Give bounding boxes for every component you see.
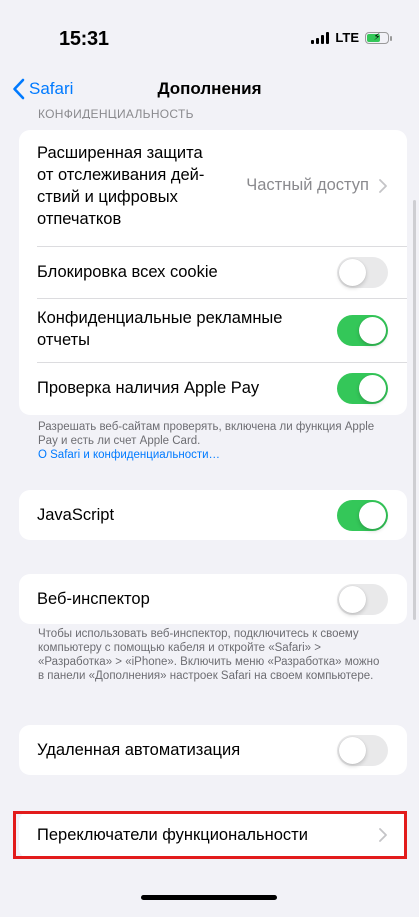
remote-automation-label: Удаленная автоматизация — [37, 741, 241, 759]
apple-pay-check-toggle[interactable] — [337, 373, 388, 404]
private-ad-reports-toggle[interactable] — [337, 315, 388, 346]
battery-charging-icon: ⚡ — [365, 31, 392, 44]
apple-pay-check-label: Проверка наличия Apple Pay — [37, 379, 260, 397]
feature-flags-row[interactable]: Переключатели функциональности — [19, 811, 407, 859]
privacy-footer: Разрешать веб-сайтам проверять, включена… — [38, 420, 383, 462]
scroll-indicator — [413, 200, 416, 620]
javascript-label: JavaScript — [37, 506, 115, 524]
block-cookies-row: Блокировка всех cookie — [19, 246, 407, 298]
tracking-protection-label: Расширенная защита от отслеживания дей-с… — [37, 144, 205, 228]
private-ad-reports-row: Конфиденциальные рекламные отчеты — [19, 298, 407, 362]
feature-flags-group: Переключатели функциональности — [19, 811, 407, 859]
privacy-footer-text: Разрешать веб-сайтам проверять, включена… — [38, 421, 375, 447]
javascript-toggle[interactable] — [337, 500, 388, 531]
private-ad-reports-label: Конфиденциальные рекламные отчеты — [37, 309, 283, 349]
javascript-row: JavaScript — [19, 490, 407, 540]
signal-icon — [311, 31, 330, 44]
page-title: Дополнения — [157, 79, 262, 98]
web-inspector-row: Веб-инспектор — [19, 574, 407, 624]
feature-flags-label: Переключатели функциональности — [37, 826, 308, 844]
apple-pay-check-row: Проверка наличия Apple Pay — [19, 362, 407, 415]
remote-automation-toggle[interactable] — [337, 735, 388, 766]
section-header-privacy: КОНФИДЕНЦИАЛЬНОСТЬ — [38, 107, 194, 119]
status-indicators: LTE ⚡ — [311, 30, 392, 45]
tracking-protection-row[interactable]: Расширенная защита от отслеживания дей-с… — [19, 130, 407, 246]
javascript-group: JavaScript — [19, 490, 407, 540]
web-inspector-toggle[interactable] — [337, 584, 388, 615]
status-bar: 15:31 LTE ⚡ — [0, 0, 419, 70]
status-time: 15:31 — [59, 28, 109, 50]
network-type: LTE — [335, 30, 359, 45]
block-cookies-label: Блокировка всех cookie — [37, 263, 218, 281]
home-indicator[interactable] — [141, 895, 277, 900]
tracking-protection-value: Частный доступ — [246, 176, 369, 194]
remote-automation-row: Удаленная автоматизация — [19, 725, 407, 775]
chevron-right-icon — [379, 178, 387, 193]
chevron-right-icon — [379, 828, 387, 842]
web-inspector-footer: Чтобы использовать веб-инспектор, подклю… — [38, 628, 380, 682]
tracking-protection-detail: Частный доступ — [246, 176, 387, 195]
privacy-info-link[interactable]: О Safari и конфиденциальности… — [38, 448, 383, 462]
privacy-settings-group: Расширенная защита от отслеживания дей-с… — [19, 130, 407, 415]
web-inspector-label: Веб-инспектор — [37, 590, 150, 608]
block-cookies-toggle[interactable] — [337, 257, 388, 288]
web-inspector-group: Веб-инспектор — [19, 574, 407, 624]
remote-automation-group: Удаленная автоматизация — [19, 725, 407, 775]
